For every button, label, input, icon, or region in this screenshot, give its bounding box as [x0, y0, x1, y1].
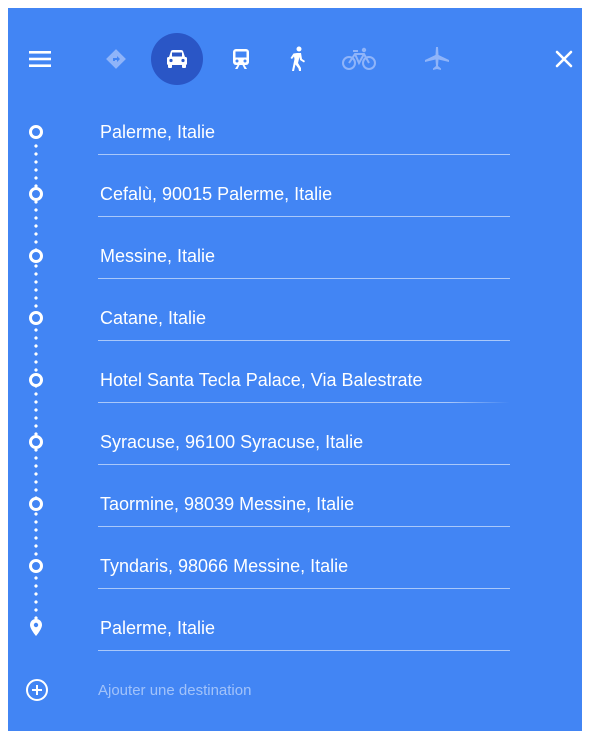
- stop-input[interactable]: Messine, Italie: [98, 234, 510, 279]
- waypoint-circle-icon: [26, 246, 46, 266]
- route-stop: Tyndaris, 98066 Messine, Italie: [8, 534, 582, 596]
- car-icon: [167, 50, 187, 68]
- menu-button[interactable]: [22, 30, 58, 88]
- stop-input[interactable]: Tyndaris, 98066 Messine, Italie: [98, 544, 510, 589]
- mode-flights-button[interactable]: [417, 30, 457, 88]
- add-destination-row[interactable]: Ajouter une destination: [8, 660, 582, 720]
- route-stop: Taormine, 98039 Messine, Italie: [8, 472, 582, 534]
- bike-icon: [342, 47, 376, 70]
- route-destination: Palerme, Italie: [8, 596, 582, 658]
- destination-input[interactable]: Palerme, Italie: [98, 606, 510, 651]
- route-stop: Cefalù, 90015 Palerme, Italie: [8, 162, 582, 224]
- stop-input[interactable]: Hotel Santa Tecla Palace, Via Balestrate: [98, 358, 510, 403]
- hamburger-menu-icon: [29, 51, 51, 67]
- train-icon: [233, 49, 249, 69]
- waypoint-circle-icon: [26, 122, 46, 142]
- selected-mode-highlight: [151, 33, 203, 85]
- close-icon: [555, 50, 573, 68]
- route-stop: Catane, Italie: [8, 286, 582, 348]
- waypoint-circle-icon: [26, 494, 46, 514]
- waypoint-circle-icon: [26, 308, 46, 328]
- plane-icon: [425, 47, 449, 70]
- stop-input[interactable]: Catane, Italie: [98, 296, 510, 341]
- mode-cycling-button[interactable]: [335, 30, 383, 88]
- stop-input[interactable]: Syracuse, 96100 Syracuse, Italie: [98, 420, 510, 465]
- directions-panel: Palerme, Italie Cefalù, 90015 Palerme, I…: [8, 8, 582, 731]
- diamond-arrow-icon: [106, 49, 126, 69]
- walk-icon: [290, 46, 305, 71]
- mode-best-route-button[interactable]: [96, 30, 136, 88]
- add-circle-icon[interactable]: [25, 678, 49, 702]
- route-stop: Palerme, Italie: [8, 100, 582, 162]
- stop-input[interactable]: Cefalù, 90015 Palerme, Italie: [98, 172, 510, 217]
- mode-transit-button[interactable]: [221, 30, 261, 88]
- waypoint-circle-icon: [26, 184, 46, 204]
- close-button[interactable]: [546, 30, 582, 88]
- mode-driving-button[interactable]: [151, 30, 203, 88]
- destination-pin-icon: [26, 618, 46, 638]
- route-stop: Syracuse, 96100 Syracuse, Italie: [8, 410, 582, 472]
- mode-walking-button[interactable]: [278, 30, 318, 88]
- stop-input[interactable]: Taormine, 98039 Messine, Italie: [98, 482, 510, 527]
- waypoint-circle-icon: [26, 370, 46, 390]
- waypoint-circle-icon: [26, 432, 46, 452]
- waypoint-circle-icon: [26, 556, 46, 576]
- route-stop: Hotel Santa Tecla Palace, Via Balestrate: [8, 348, 582, 410]
- route-stop: Messine, Italie: [8, 224, 582, 286]
- stop-input[interactable]: Palerme, Italie: [98, 110, 510, 155]
- travel-mode-toolbar: [8, 30, 582, 88]
- add-destination-input[interactable]: Ajouter une destination: [98, 676, 251, 704]
